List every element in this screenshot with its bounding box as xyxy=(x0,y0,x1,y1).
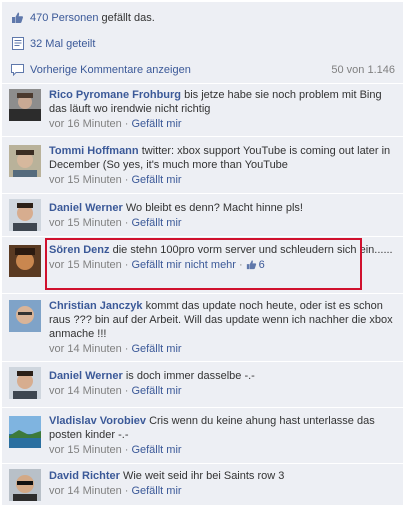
highlight-frame xyxy=(45,238,362,290)
likes-suffix: gefällt das. xyxy=(98,11,155,24)
thumbs-up-icon xyxy=(11,11,24,24)
like-link[interactable]: Gefällt mir xyxy=(131,485,181,497)
comment-author-link[interactable]: Tommi Hoffmann xyxy=(49,145,139,157)
like-link[interactable]: Gefällt mir xyxy=(131,217,181,229)
like-link[interactable]: Gefällt mir xyxy=(131,118,181,130)
comment-timestamp[interactable]: vor 14 Minuten xyxy=(49,485,122,497)
meta-separator: · xyxy=(124,385,129,397)
likes-count-link[interactable]: 470 Personen xyxy=(30,12,99,24)
comment-item: Daniel Werner is doch immer dasselbe -.-… xyxy=(2,362,403,408)
previous-comments-row: Vorherige Kommentare anzeigen 50 von 1.1… xyxy=(2,56,403,84)
share-icon xyxy=(11,37,24,50)
comment-item: Christian Janczyk kommt das update noch … xyxy=(2,294,403,362)
comments-count: 50 von 1.146 xyxy=(331,63,395,76)
avatar[interactable] xyxy=(9,416,41,448)
avatar[interactable] xyxy=(9,367,41,399)
comment-timestamp[interactable]: vor 15 Minuten xyxy=(49,174,122,186)
avatar[interactable] xyxy=(9,145,41,177)
avatar[interactable] xyxy=(9,469,41,501)
avatar[interactable] xyxy=(9,300,41,332)
comment-text: Wie weit seid ihr bei Saints row 3 xyxy=(122,470,285,482)
avatar[interactable] xyxy=(9,245,41,277)
comment-author-link[interactable]: Daniel Werner xyxy=(49,202,123,214)
comment-timestamp[interactable]: vor 15 Minuten xyxy=(49,217,122,229)
comment-author-link[interactable]: David Richter xyxy=(49,470,120,482)
meta-separator: · xyxy=(124,174,129,186)
comment-bubble-icon xyxy=(11,63,24,76)
comment-item: Rico Pyromane Frohburg bis jetze habe si… xyxy=(2,84,403,137)
comment-text: is doch immer dasselbe -.- xyxy=(125,370,255,382)
like-link[interactable]: Gefällt mir xyxy=(131,385,181,397)
meta-separator: · xyxy=(124,444,129,456)
avatar[interactable] xyxy=(9,199,41,231)
likes-row: 470 Personen gefällt das. xyxy=(2,4,403,32)
comment-timestamp[interactable]: vor 15 Minuten xyxy=(49,444,122,456)
shares-link[interactable]: 32 Mal geteilt xyxy=(30,38,95,50)
comment-text: Wo bleibt es denn? Macht hinne pls! xyxy=(125,202,303,214)
meta-separator: · xyxy=(124,485,129,497)
comment-timestamp[interactable]: vor 16 Minuten xyxy=(49,118,122,130)
comment-author-link[interactable]: Rico Pyromane Frohburg xyxy=(49,89,181,101)
meta-separator: · xyxy=(124,118,129,130)
comment-author-link[interactable]: Vladislav Vorobiev xyxy=(49,415,146,427)
comment-author-link[interactable]: Christian Janczyk xyxy=(49,300,143,312)
like-link[interactable]: Gefällt mir xyxy=(131,174,181,186)
comment-author-link[interactable]: Daniel Werner xyxy=(49,370,123,382)
meta-separator: · xyxy=(124,217,129,229)
comment-item: Daniel Werner Wo bleibt es denn? Macht h… xyxy=(2,194,403,237)
meta-separator: · xyxy=(124,343,129,355)
comment-item: Vladislav Vorobiev Cris wenn du keine ah… xyxy=(2,408,403,464)
comment-timestamp[interactable]: vor 14 Minuten xyxy=(49,343,122,355)
comment-timestamp[interactable]: vor 14 Minuten xyxy=(49,385,122,397)
previous-comments-link[interactable]: Vorherige Kommentare anzeigen xyxy=(30,64,191,76)
like-link[interactable]: Gefällt mir xyxy=(131,444,181,456)
shares-row: 32 Mal geteilt xyxy=(2,30,403,58)
like-link[interactable]: Gefällt mir xyxy=(131,343,181,355)
avatar[interactable] xyxy=(9,89,41,121)
comment-item: Tommi Hoffmann twitter: xbox support You… xyxy=(2,137,403,194)
comment-item: David Richter Wie weit seid ihr bei Sain… xyxy=(2,464,403,506)
